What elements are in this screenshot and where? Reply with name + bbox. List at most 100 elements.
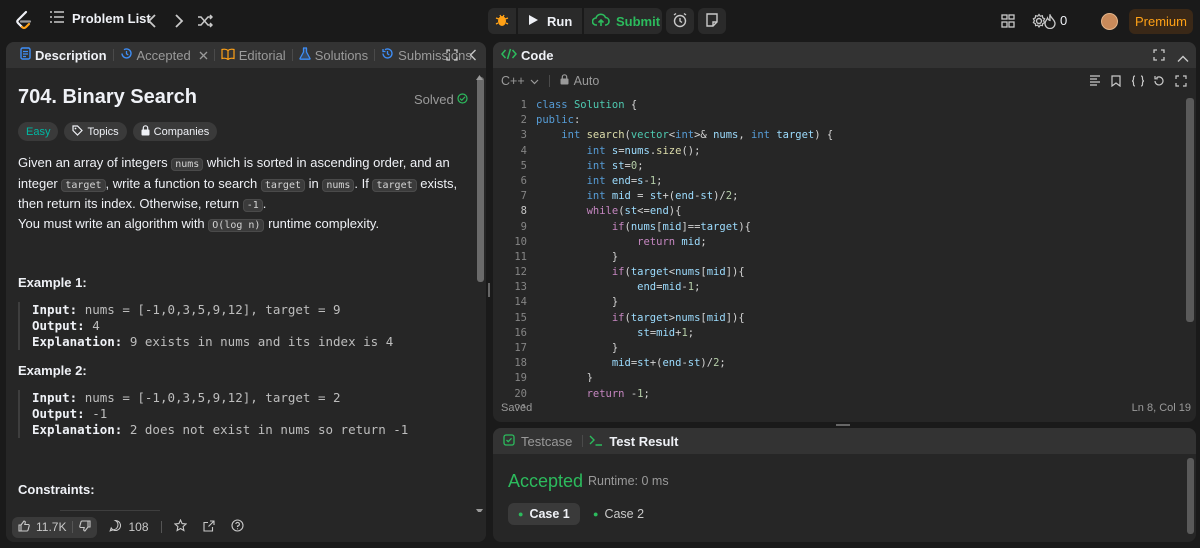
- fire-streak-icon[interactable]: [1040, 10, 1060, 32]
- tab-description-label: Description: [35, 47, 107, 63]
- tab-accepted[interactable]: Accepted: [114, 42, 214, 68]
- premium-button[interactable]: Premium: [1129, 9, 1193, 34]
- run-button[interactable]: Run: [518, 8, 582, 34]
- example-explanation: 2 does not exist in nums so return -1: [129, 422, 409, 437]
- tab-test-result[interactable]: Test Result: [609, 434, 678, 449]
- lock-icon: [560, 74, 569, 88]
- comments-count: 108: [128, 520, 149, 534]
- leetcode-logo-icon[interactable]: [12, 9, 36, 33]
- problem-list-label: Problem List: [72, 11, 151, 26]
- divider: [582, 435, 584, 447]
- format-icon[interactable]: [1089, 75, 1101, 89]
- run-label: Run: [547, 13, 573, 29]
- chevron-down-icon: [530, 74, 539, 88]
- submit-button[interactable]: Submit: [584, 8, 662, 34]
- run-submit-group: Run Submit: [488, 8, 726, 34]
- statement-text: .: [262, 196, 267, 211]
- editor-toolbar: C++ Auto: [493, 68, 1196, 94]
- share-icon[interactable]: [202, 519, 215, 535]
- comment-icon[interactable]: [109, 519, 122, 535]
- status-dot: ●: [518, 509, 524, 519]
- chevron-right-icon[interactable]: [168, 10, 190, 32]
- tab-editorial[interactable]: Editorial: [215, 42, 292, 68]
- star-icon[interactable]: [173, 518, 187, 535]
- problem-list-button[interactable]: Problem List: [50, 11, 151, 26]
- tab-submissions[interactable]: Submissions: [375, 42, 478, 68]
- thumbs-up-icon[interactable]: [18, 519, 30, 535]
- notes-button[interactable]: [698, 8, 726, 34]
- example-output: 4: [92, 318, 100, 333]
- history-icon: [381, 47, 394, 63]
- output-label: Output:: [32, 318, 85, 333]
- input-label: Input:: [32, 390, 78, 405]
- tab-editorial-label: Editorial: [238, 47, 286, 63]
- lock-icon: [141, 124, 150, 139]
- likes-count: 11.7K: [36, 520, 67, 534]
- bookmark-icon[interactable]: [1111, 75, 1121, 90]
- solved-label: Solved: [414, 92, 454, 107]
- mode-label: Auto: [573, 74, 600, 88]
- collapse-left-icon[interactable]: [469, 49, 477, 64]
- check-circle-icon: [457, 92, 468, 107]
- tag-icon: [72, 124, 84, 139]
- layout-grid-icon[interactable]: [997, 10, 1019, 32]
- shuffle-icon[interactable]: [194, 10, 216, 32]
- topics-label: Topics: [87, 125, 119, 138]
- companies-tag[interactable]: Companies: [132, 122, 218, 141]
- language-select[interactable]: C++: [501, 74, 539, 88]
- save-status: Saved: [501, 402, 533, 414]
- difficulty-badge: Easy: [18, 122, 59, 141]
- description-scrollbar[interactable]: [477, 77, 484, 282]
- runtime-text: Runtime: 0 ms: [588, 474, 669, 488]
- play-icon: [528, 14, 539, 29]
- tags-row: Easy Topics Companies: [18, 122, 218, 141]
- companies-label: Companies: [153, 125, 210, 138]
- case-1-tab[interactable]: ● Case 1: [508, 503, 580, 525]
- horizontal-splitter-handle[interactable]: [836, 424, 850, 426]
- example-1-box: Input: nums = [-1,0,3,5,9,12], target = …: [18, 302, 466, 350]
- tab-description[interactable]: Description: [14, 42, 113, 68]
- description-tabbar: Description Accepted Editorial Solutions: [6, 42, 486, 68]
- example-1-title: Example 1:: [18, 275, 87, 290]
- reset-icon[interactable]: [1153, 75, 1165, 90]
- collapse-up-icon[interactable]: [1177, 51, 1189, 66]
- description-panel: Description Accepted Editorial Solutions: [6, 42, 486, 542]
- code-editor[interactable]: class Solution {public: int search(vecto…: [536, 98, 833, 402]
- vertical-splitter-handle[interactable]: [488, 283, 490, 297]
- example-2-title: Example 2:: [18, 363, 87, 378]
- help-icon[interactable]: [230, 519, 244, 535]
- explanation-label: Explanation:: [32, 422, 123, 437]
- verdict-status: Accepted: [508, 471, 584, 491]
- like-dislike-group: 11.7K: [12, 516, 98, 538]
- tab-testcase[interactable]: Testcase: [521, 434, 572, 449]
- curly-braces-icon[interactable]: [1131, 75, 1145, 90]
- tab-solutions[interactable]: Solutions: [293, 42, 374, 68]
- case-2-tab[interactable]: ● Case 2: [583, 503, 654, 525]
- code-scrollbar[interactable]: [1186, 98, 1194, 322]
- maximize-icon[interactable]: [1153, 49, 1165, 64]
- result-scrollbar[interactable]: [1187, 458, 1194, 534]
- inline-code: target: [61, 178, 106, 192]
- scroll-up-icon[interactable]: [476, 68, 483, 83]
- page-title: 704. Binary Search: [18, 86, 197, 108]
- inline-code: O(log n): [208, 219, 265, 232]
- case-1-label: Case 1: [529, 507, 570, 521]
- case-2-label: Case 2: [604, 507, 645, 521]
- chevron-left-icon[interactable]: [141, 10, 163, 32]
- close-icon[interactable]: [199, 48, 208, 63]
- timer-button[interactable]: [666, 8, 694, 34]
- thumbs-down-icon[interactable]: [79, 519, 92, 535]
- problem-title-row: 704. Binary Search: [18, 86, 466, 109]
- topics-tag[interactable]: Topics: [64, 122, 127, 141]
- avatar[interactable]: [1101, 13, 1118, 30]
- debug-button[interactable]: [488, 8, 516, 34]
- problem-statement: Given an array of integers nums which is…: [18, 154, 468, 216]
- statement-text: in: [304, 175, 323, 191]
- inline-code: nums: [322, 178, 355, 192]
- fullscreen-icon[interactable]: [1175, 75, 1187, 90]
- explanation-label: Explanation:: [32, 334, 123, 349]
- divider: [160, 521, 162, 533]
- input-label: Input:: [32, 302, 78, 317]
- autocomplete-mode[interactable]: Auto: [560, 74, 600, 88]
- maximize-icon[interactable]: [446, 49, 458, 64]
